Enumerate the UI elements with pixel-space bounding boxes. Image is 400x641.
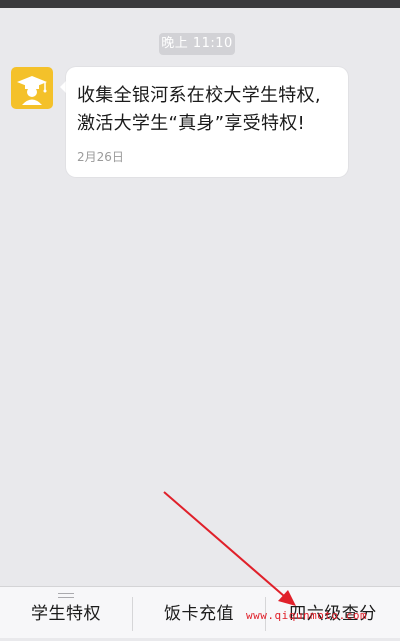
graduate-cap-icon [17,76,47,105]
message-text-line-1: 收集全银河系在校大学生特权, [77,85,321,106]
status-bar [0,0,400,8]
account-avatar[interactable] [11,67,53,109]
message-text-line-2: 激活大学生“真身”享受特权! [77,113,306,134]
watermark-text: www.qiqunmoto.com [246,609,368,622]
message-bubble[interactable]: 收集全银河系在校大学生特权, 激活大学生“真身”享受特权! 2月26日 [66,67,348,177]
message-timestamp: 晚上 11:10 [159,33,235,55]
message-date: 2月26日 [77,150,124,164]
menu-item-student-privileges[interactable]: 学生特权 [0,587,132,639]
